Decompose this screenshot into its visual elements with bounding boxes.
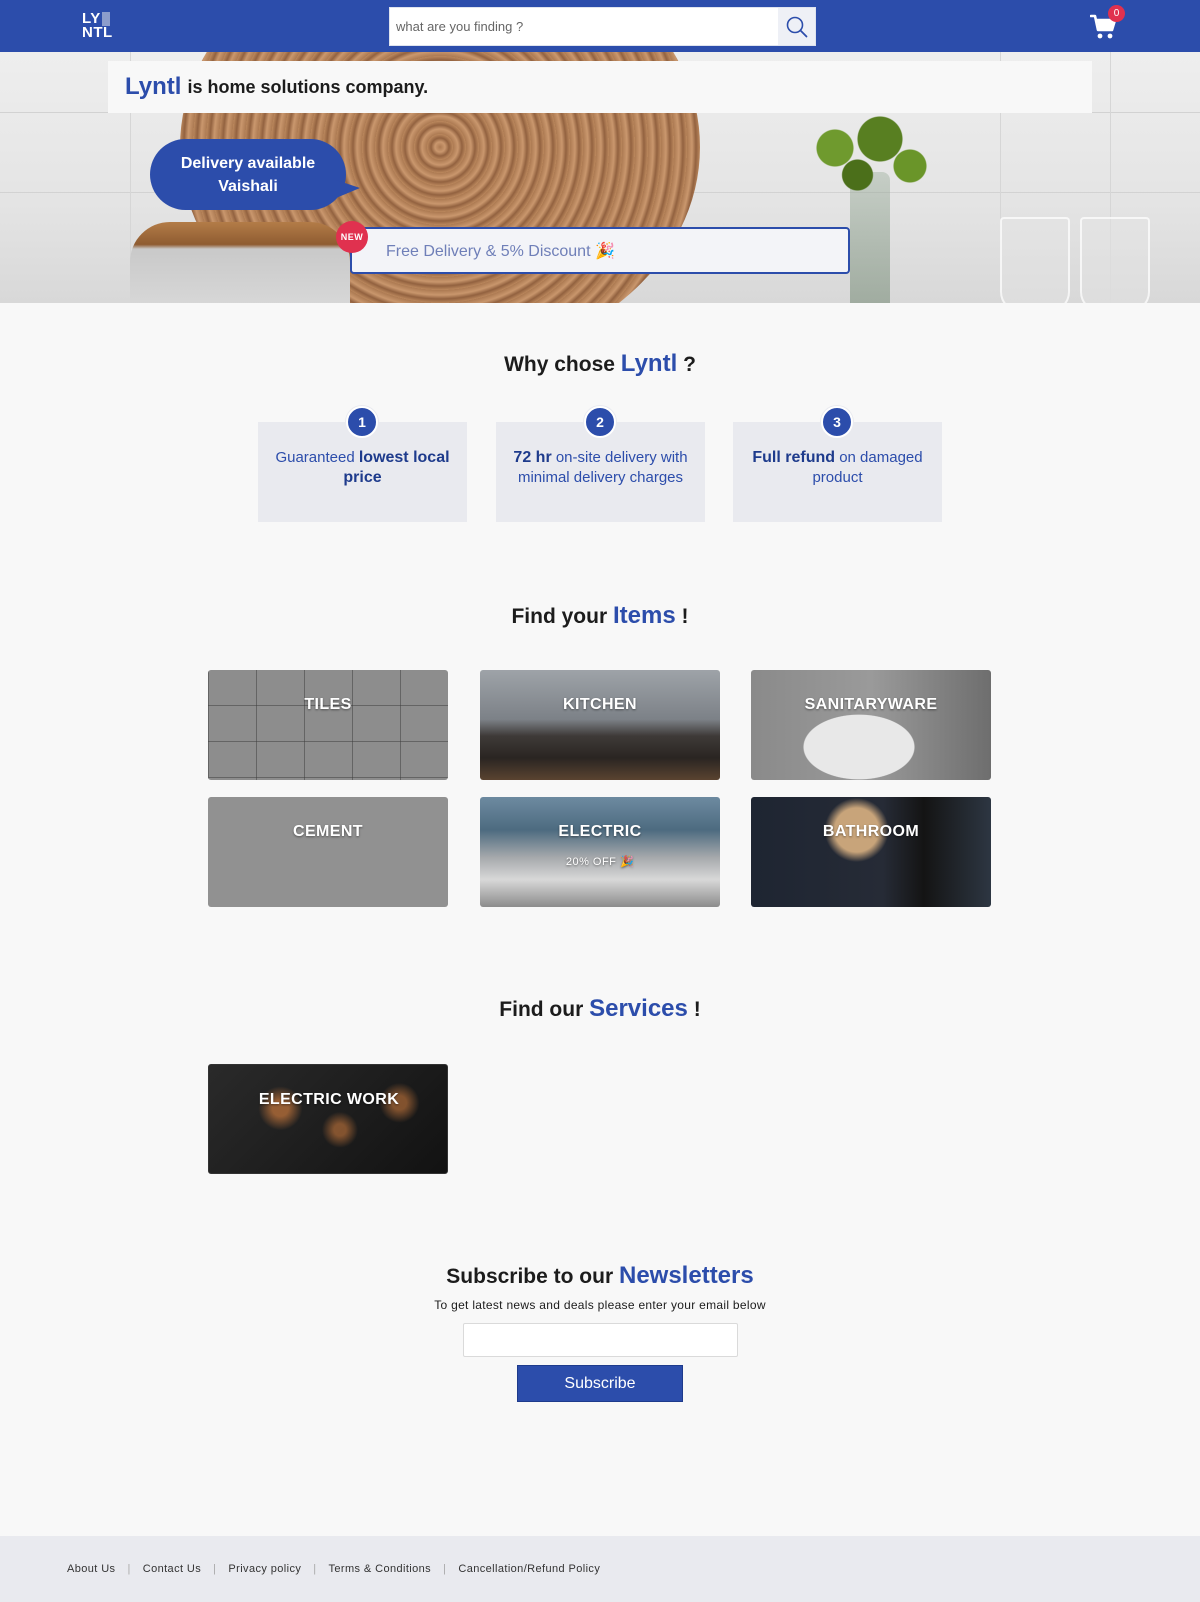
items-title-suffix: !: [681, 605, 689, 628]
newsletter-subtitle: To get latest news and deals please ente…: [434, 1298, 766, 1312]
footer-separator: |: [443, 1563, 447, 1575]
promo-banner[interactable]: Free Delivery & 5% Discount 🎉: [350, 227, 850, 274]
tagline-text: is home solutions company.: [187, 76, 429, 97]
service-label: ELECTRIC WORK: [258, 1091, 400, 1108]
category-tile-electric[interactable]: ELECTRIC 20% OFF 🎉: [480, 797, 720, 907]
bubble-tail: [336, 180, 360, 198]
items-title-accent: Items: [612, 602, 676, 629]
top-navbar: LY NTL 0: [0, 0, 1200, 52]
why-title-suffix: ?: [683, 353, 696, 376]
hero-glass-image: [1080, 217, 1150, 303]
hero-glass-image: [1000, 217, 1070, 303]
category-label: KITCHEN: [563, 696, 637, 713]
items-title-prefix: Find your: [511, 605, 608, 628]
why-step-number: 3: [821, 406, 853, 438]
category-discount-label: 20% OFF 🎉: [565, 856, 635, 868]
search-icon: [786, 16, 807, 37]
hero-banner: Lyntl is home solutions company. Deliver…: [0, 52, 1200, 303]
delivery-line-1: Delivery available: [180, 154, 316, 172]
subscribe-button[interactable]: Subscribe: [517, 1365, 683, 1402]
category-tile-cement[interactable]: CEMENT: [208, 797, 448, 907]
company-tagline: Lyntl is home solutions company.: [108, 61, 1092, 113]
why-card-highlight: 72 hr: [513, 449, 552, 466]
category-label: TILES: [304, 696, 352, 713]
hero-jar-image: [130, 222, 350, 303]
items-title: Find your Items !: [0, 602, 1200, 630]
newsletter-email-field[interactable]: [463, 1323, 738, 1357]
tagline-brand: Lyntl: [125, 73, 182, 100]
logo-line-2: NTL: [82, 24, 113, 41]
why-card-highlight: Full refund: [752, 449, 836, 466]
footer-link-terms[interactable]: Terms & Conditions: [329, 1563, 432, 1575]
delivery-area-bubble: Delivery available Vaishali: [150, 139, 346, 210]
search-button[interactable]: [778, 8, 815, 45]
footer-separator: |: [213, 1563, 217, 1575]
why-choose-title: Why chose Lyntl ?: [0, 350, 1200, 378]
cart-count-badge: 0: [1108, 5, 1125, 22]
category-label: BATHROOM: [822, 823, 920, 840]
why-card-highlight: lowest local price: [343, 449, 450, 486]
category-tile-kitchen[interactable]: KITCHEN: [480, 670, 720, 780]
footer-links: About Us | Contact Us | Privacy policy |…: [67, 1563, 600, 1575]
category-tile-bathroom[interactable]: BATHROOM: [751, 797, 991, 907]
category-tile-tiles[interactable]: TILES: [208, 670, 448, 780]
footer-link-about[interactable]: About Us: [67, 1563, 115, 1575]
services-title-suffix: !: [693, 998, 701, 1021]
why-step-number: 1: [346, 406, 378, 438]
search-input[interactable]: [390, 8, 780, 45]
services-title: Find our Services !: [0, 995, 1200, 1023]
footer-link-refund[interactable]: Cancellation/Refund Policy: [458, 1563, 600, 1575]
footer-link-contact[interactable]: Contact Us: [143, 1563, 201, 1575]
service-tile-electric-work[interactable]: ELECTRIC WORK: [208, 1064, 448, 1174]
new-badge: NEW: [336, 221, 368, 253]
footer-separator: |: [313, 1563, 317, 1575]
newsletter-title-accent: Newsletters: [618, 1262, 754, 1289]
lyntl-logo[interactable]: LY NTL: [82, 11, 114, 42]
hero-plant-image: [790, 112, 940, 202]
newsletter-title-prefix: Subscribe to our: [446, 1265, 614, 1288]
category-label: ELECTRIC: [558, 823, 642, 840]
newsletter-title: Subscribe to our Newsletters: [0, 1262, 1200, 1290]
why-step-number: 2: [584, 406, 616, 438]
services-title-prefix: Find our: [499, 998, 584, 1021]
footer-link-privacy[interactable]: Privacy policy: [228, 1563, 301, 1575]
category-label: CEMENT: [293, 823, 363, 840]
footer-separator: |: [127, 1563, 131, 1575]
footer: About Us | Contact Us | Privacy policy |…: [0, 1536, 1200, 1602]
why-card-text: Guaranteed: [275, 449, 359, 466]
delivery-line-2: Vaishali: [218, 177, 278, 195]
why-title-prefix: Why chose: [504, 353, 615, 376]
services-title-accent: Services: [589, 995, 688, 1022]
search-bar: [389, 7, 816, 46]
category-tile-sanitaryware[interactable]: SANITARYWARE: [751, 670, 991, 780]
why-title-accent: Lyntl: [620, 350, 678, 377]
category-label: SANITARYWARE: [804, 696, 938, 713]
